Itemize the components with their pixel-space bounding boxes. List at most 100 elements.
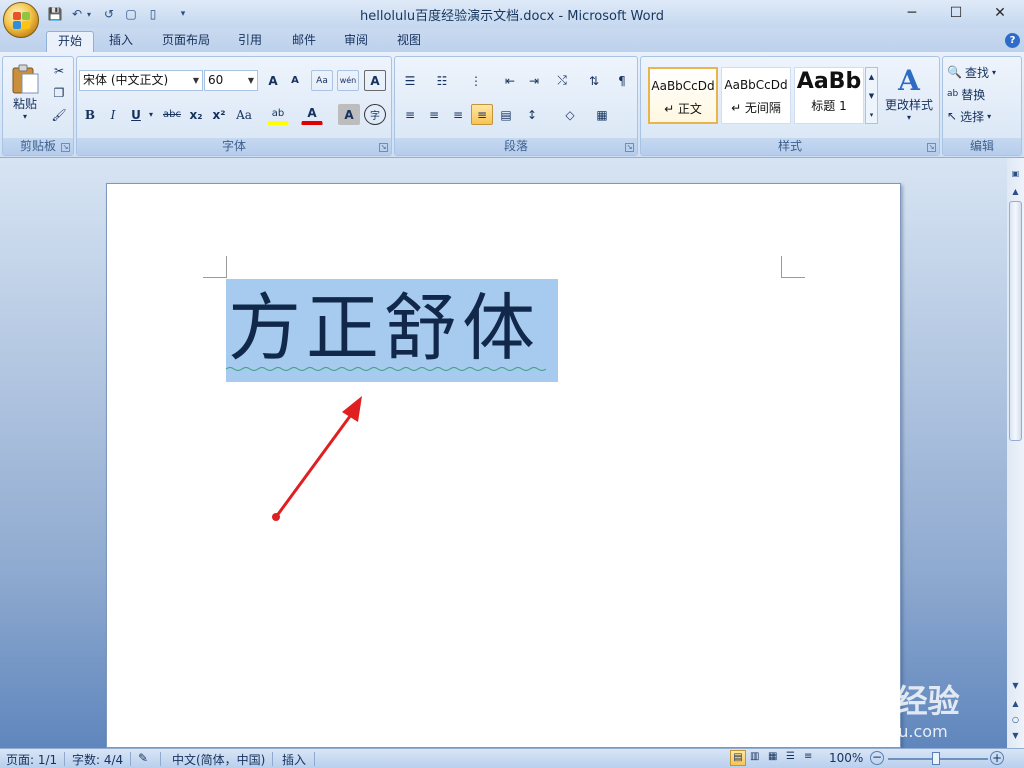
change-styles-button[interactable]: A 更改样式 ▾ xyxy=(881,63,937,125)
scroll-down-icon[interactable]: ▼ xyxy=(866,87,877,106)
tab-insert[interactable]: 插入 xyxy=(98,31,144,52)
tab-review[interactable]: 审阅 xyxy=(333,31,379,52)
bold-button[interactable]: B xyxy=(79,104,101,125)
more-styles-icon[interactable]: ▾ xyxy=(866,106,877,125)
phonetic-guide-button[interactable]: wén xyxy=(337,70,359,91)
insert-mode[interactable]: 插入 xyxy=(282,751,306,768)
subscript-button[interactable]: x₂ xyxy=(185,104,207,125)
previous-page-icon[interactable]: ▲ xyxy=(1008,696,1023,712)
grow-font-button[interactable]: A xyxy=(262,70,284,91)
decrease-indent-icon[interactable]: ⇤ xyxy=(499,70,521,91)
page-count[interactable]: 页面: 1/1 xyxy=(6,751,57,768)
document-page[interactable] xyxy=(106,183,901,748)
zoom-slider-thumb[interactable] xyxy=(932,752,940,765)
window-title: hellolulu百度经验演示文档.docx - Microsoft Word xyxy=(360,9,664,24)
clear-format-button[interactable]: Aa xyxy=(311,70,333,91)
zoom-level[interactable]: 100% xyxy=(829,751,863,765)
font-name-combo[interactable]: 宋体 (中文正文) ▼ xyxy=(79,70,203,91)
print-layout-icon[interactable]: ▤ xyxy=(730,750,746,766)
distribute-icon[interactable]: ▤ xyxy=(495,104,517,125)
align-center-icon[interactable]: ≡ xyxy=(423,104,445,125)
scroll-down-icon[interactable]: ▼ xyxy=(1008,678,1023,694)
word-count[interactable]: 字数: 4/4 xyxy=(72,751,123,768)
borders-icon[interactable]: ▦ xyxy=(591,104,613,125)
chevron-down-icon: ▼ xyxy=(247,76,254,85)
font-size-combo[interactable]: 60 ▼ xyxy=(204,70,258,91)
increase-indent-icon[interactable]: ⇥ xyxy=(523,70,545,91)
close-button[interactable]: ✕ xyxy=(978,2,1022,24)
tab-mailings[interactable]: 邮件 xyxy=(281,31,327,52)
char-border-button[interactable]: A xyxy=(364,70,386,91)
browse-object-icon[interactable]: ○ xyxy=(1008,712,1023,728)
line-spacing-icon[interactable]: ↕ xyxy=(521,104,543,125)
scroll-up-icon[interactable]: ▲ xyxy=(1008,184,1023,200)
styles-launcher-icon[interactable]: ↘ xyxy=(927,143,936,152)
underline-dropdown-icon[interactable]: ▾ xyxy=(145,104,157,125)
font-launcher-icon[interactable]: ↘ xyxy=(379,143,388,152)
clipboard-launcher-icon[interactable]: ↘ xyxy=(61,143,70,152)
align-right-icon[interactable]: ≡ xyxy=(447,104,469,125)
align-left-icon[interactable]: ≡ xyxy=(399,104,421,125)
draft-icon[interactable]: ≡ xyxy=(804,751,812,762)
status-bar: 页面: 1/1 字数: 4/4 ✎ 中文(简体，中国) 插入 ▤ ▥ ▦ ☰ ≡… xyxy=(0,748,1024,768)
numbering-icon[interactable]: ☷ xyxy=(431,70,453,91)
web-layout-icon[interactable]: ▦ xyxy=(768,751,777,762)
next-page-icon[interactable]: ▼ xyxy=(1008,728,1023,744)
show-marks-icon[interactable]: ¶ xyxy=(611,70,633,91)
full-screen-reading-icon[interactable]: ▥ xyxy=(750,751,759,762)
italic-button[interactable]: I xyxy=(102,104,124,125)
scroll-thumb[interactable] xyxy=(1009,201,1022,441)
enclose-char-button[interactable]: 字 xyxy=(364,104,386,125)
cut-icon[interactable]: ✂ xyxy=(48,60,70,81)
paste-dropdown-icon[interactable]: ▾ xyxy=(23,112,27,121)
divider xyxy=(130,752,131,766)
text-direction-icon[interactable]: ⤭ xyxy=(551,70,573,91)
tab-home[interactable]: 开始 xyxy=(46,31,95,52)
maximize-button[interactable]: ☐ xyxy=(934,2,978,24)
divider xyxy=(314,752,315,766)
ruler-toggle-icon[interactable]: ▣ xyxy=(1008,166,1023,182)
superscript-button[interactable]: x² xyxy=(208,104,230,125)
ribbon-tabs: 开始 插入 页面布局 引用 邮件 审阅 视图 ? xyxy=(0,28,1024,52)
outline-icon[interactable]: ☰ xyxy=(786,751,795,762)
char-shading-button[interactable]: A xyxy=(338,104,360,125)
justify-icon[interactable]: ≡ xyxy=(471,104,493,125)
zoom-out-icon[interactable]: − xyxy=(870,751,884,765)
format-painter-icon[interactable]: 🖌 xyxy=(48,104,70,125)
paragraph-launcher-icon[interactable]: ↘ xyxy=(625,143,634,152)
chevron-down-icon: ▾ xyxy=(991,67,996,77)
underline-button[interactable]: U xyxy=(125,104,147,125)
change-case-button[interactable]: Aa xyxy=(233,104,255,125)
shading-icon[interactable]: ◇ xyxy=(559,104,581,125)
style-preview: AaBbCcDd xyxy=(651,79,715,93)
tab-page-layout[interactable]: 页面布局 xyxy=(151,31,221,52)
office-button[interactable] xyxy=(3,2,39,38)
style-no-spacing[interactable]: AaBbCcDd ↵ 无间隔 xyxy=(721,67,791,124)
bullets-icon[interactable]: ☰ xyxy=(399,70,421,91)
font-color-button[interactable]: A xyxy=(301,104,323,125)
find-button[interactable]: 🔍 查找 ▾ xyxy=(947,63,1017,81)
document-text[interactable]: 方正舒体 xyxy=(228,284,558,374)
style-heading-1[interactable]: AaBb 标题 1 xyxy=(794,67,864,124)
select-button[interactable]: ↖ 选择 ▾ xyxy=(947,107,1017,125)
styles-scroll[interactable]: ▲ ▼ ▾ xyxy=(865,67,878,124)
tab-references[interactable]: 引用 xyxy=(227,31,273,52)
minimize-button[interactable]: ─ xyxy=(890,2,934,24)
tab-view[interactable]: 视图 xyxy=(386,31,432,52)
sort-icon[interactable]: ⇅ xyxy=(583,70,605,91)
replace-button[interactable]: ab 替换 xyxy=(947,85,1017,103)
paste-button[interactable]: 粘贴 ▾ xyxy=(7,61,43,123)
clipboard-group: 粘贴 ▾ ✂ ❐ 🖌 剪贴板 ↘ xyxy=(2,56,74,156)
copy-format-icon[interactable]: ❐ xyxy=(48,82,70,103)
proofing-icon[interactable]: ✎ xyxy=(138,751,148,765)
chevron-down-icon: ▼ xyxy=(192,76,199,85)
zoom-in-icon[interactable]: + xyxy=(990,751,1004,765)
highlight-color-button[interactable]: ab xyxy=(267,104,289,125)
style-normal[interactable]: AaBbCcDd ↵ 正文 xyxy=(648,67,718,124)
strikethrough-button[interactable]: abc xyxy=(161,104,183,125)
help-icon[interactable]: ? xyxy=(1005,33,1020,48)
language-status[interactable]: 中文(简体，中国) xyxy=(172,751,265,768)
multilevel-list-icon[interactable]: ⋮ xyxy=(465,70,487,91)
shrink-font-button[interactable]: A xyxy=(284,70,306,91)
scroll-up-icon[interactable]: ▲ xyxy=(866,68,877,87)
